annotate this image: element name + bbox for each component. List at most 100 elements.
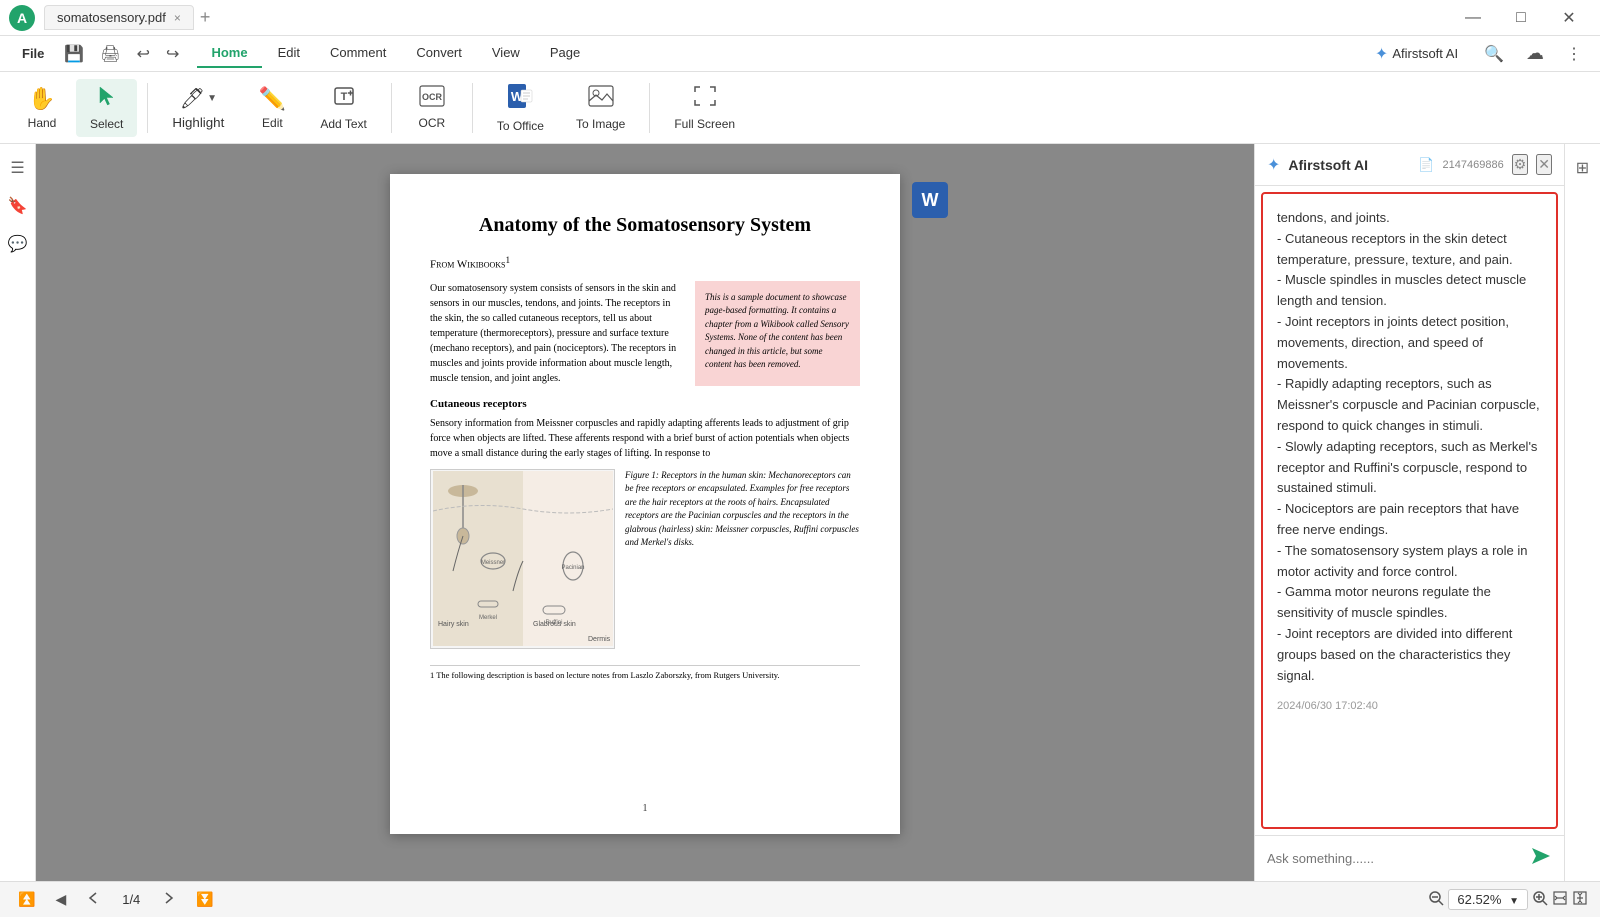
svg-text:OCR: OCR [422,92,443,102]
right-mini-sidebar: ⊞ [1564,144,1600,881]
right-sidebar-icon-1[interactable]: ⊞ [1567,152,1599,184]
redo-btn[interactable]: ↪ [160,40,185,68]
pdf-figure-area: Meissner Pacinian Hairy skin Glabrous sk… [430,469,860,649]
prev-page-btn[interactable]: ◀ [49,887,72,912]
toolbar-sep-2 [391,83,392,133]
ocr-tool-btn[interactable]: OCR OCR [402,79,462,136]
cloud-btn[interactable]: ☁ [1520,39,1550,68]
maximize-btn[interactable]: □ [1498,2,1544,34]
ai-chat-line-9: - Joint receptors are divided into diffe… [1277,626,1512,683]
nav-view[interactable]: View [478,39,534,68]
print-btn[interactable]: 🖨 [94,40,126,68]
tab-close-btn[interactable]: × [174,11,181,25]
pdf-footnote: 1 The following description is based on … [430,665,860,680]
page-display: 1/4 [122,892,140,907]
minimize-btn[interactable]: — [1450,2,1496,34]
fit-width-btn[interactable] [1552,890,1568,909]
pdf-footnote-ref: 1 [506,255,511,265]
pdf-intro-text: Our somatosensory system consists of sen… [430,281,683,386]
first-page-btn[interactable]: ⏫ [12,887,41,912]
word-float-btn[interactable]: W [912,182,948,218]
save-btn[interactable]: 💾 [58,40,90,68]
ai-panel-close-btn[interactable]: ✕ [1536,154,1552,175]
menu-bar: File 💾 🖨 ↩ ↪ Home Edit Comment Convert V… [0,36,1600,72]
select-tool-btn[interactable]: Select [76,79,137,137]
pdf-figure-img: Meissner Pacinian Hairy skin Glabrous sk… [430,469,615,649]
pdf-from: From Wikibooks1 [430,255,860,271]
to-office-icon: W [507,83,533,115]
menu-right: ✦ Afirstsoft AI 🔍 ☁ ⋮ [1365,39,1588,68]
main-area: ☰ 🔖 💬 W Anatomy of the Somatosensory Sys… [0,144,1600,881]
nav-convert[interactable]: Convert [402,39,476,68]
zoom-controls: 62.52% ▼ [1428,889,1588,910]
svg-text:Merkel: Merkel [478,615,496,621]
svg-text:Dermis: Dermis [588,636,611,643]
svg-text:Pacinian: Pacinian [561,565,584,571]
to-office-tool-btn[interactable]: W To Office [483,77,558,139]
sidebar-bookmark-icon[interactable]: 🔖 [2,190,34,222]
pdf-from-text: From Wikibooks [430,259,506,271]
hand-icon: ✋ [28,86,55,112]
close-btn[interactable]: ✕ [1546,2,1592,34]
undo-btn[interactable]: ↩ [131,40,156,68]
ai-panel-doc-icon: 📄 [1418,157,1434,173]
pdf-tab[interactable]: somatosensory.pdf × [44,5,194,30]
zoom-in-btn[interactable] [1532,890,1548,909]
ai-chat-line-1: - Cutaneous receptors in the skin detect… [1277,231,1513,267]
last-page-btn[interactable]: ⏬ [190,887,219,912]
ai-chat-line-0: tendons, and joints. [1277,210,1390,225]
sidebar-comment-icon[interactable]: 💬 [2,228,34,260]
edit-tool-btn[interactable]: ✏️ Edit [242,80,302,136]
highlight-arrow: ▼ [207,93,217,104]
next-page-btn[interactable] [156,887,182,912]
svg-text:Meissner: Meissner [480,560,504,566]
pdf-viewer[interactable]: W Anatomy of the Somatosensory System Fr… [36,144,1254,881]
ai-label: Afirstsoft AI [1392,46,1458,61]
prev-page-btn-2[interactable] [80,887,106,912]
hand-tool-btn[interactable]: ✋ Hand [12,80,72,136]
title-bar: A somatosensory.pdf × + — □ ✕ [0,0,1600,36]
pdf-cutaneous-text: Sensory information from Meissner corpus… [430,416,860,461]
ai-panel-gear-btn[interactable]: ⚙ [1512,154,1529,175]
zoom-out-btn[interactable] [1428,890,1444,909]
ai-input-field[interactable] [1267,851,1522,866]
pdf-page: W Anatomy of the Somatosensory System Fr… [390,174,900,834]
new-tab-btn[interactable]: + [200,7,211,28]
nav-page[interactable]: Page [536,39,594,68]
nav-comment[interactable]: Comment [316,39,400,68]
svg-text:A: A [17,10,27,26]
hand-label: Hand [28,116,57,130]
more-btn[interactable]: ⋮ [1560,40,1588,68]
add-text-tool-btn[interactable]: T Add Text [306,79,380,137]
svg-text:T: T [340,91,347,103]
highlight-icon: 🖊 [180,86,205,111]
highlight-tool-btn[interactable]: 🖊 ▼ Highlight [158,80,238,136]
fit-page-btn[interactable] [1572,890,1588,909]
ai-chat-line-7: - The somatosensory system plays a role … [1277,543,1527,579]
edit-label: Edit [262,116,283,130]
pdf-intro-body: Our somatosensory system consists of sen… [430,281,683,386]
app-logo: A [8,4,36,32]
to-image-tool-btn[interactable]: To Image [562,79,639,137]
pdf-pink-box: This is a sample document to showcase pa… [695,281,860,386]
file-menu[interactable]: File [12,42,54,65]
full-screen-label: Full Screen [674,117,735,131]
full-screen-tool-btn[interactable]: Full Screen [660,79,749,137]
select-icon [96,85,118,113]
ai-assistant-btn[interactable]: ✦ Afirstsoft AI [1365,40,1468,68]
pdf-figure-caption: Figure 1: Receptors in the human skin: M… [625,469,860,649]
highlight-label: Highlight [172,115,224,130]
ai-send-btn[interactable] [1530,846,1552,871]
nav-edit[interactable]: Edit [264,39,314,68]
zoom-value-text: 62.52% [1457,892,1501,907]
sidebar-menu-icon[interactable]: ☰ [2,152,34,184]
highlight-top: 🖊 ▼ [180,86,217,111]
nav-home[interactable]: Home [197,39,261,68]
toolbar: ✋ Hand Select 🖊 ▼ Highlight ✏️ Edit T [0,72,1600,144]
toolbar-sep-4 [649,83,650,133]
zoom-value[interactable]: 62.52% ▼ [1448,889,1528,910]
select-label: Select [90,117,123,131]
ai-timestamp: 2024/06/30 17:02:40 [1277,698,1542,716]
search-btn[interactable]: 🔍 [1478,40,1510,68]
svg-text:Ruffini: Ruffini [545,620,562,626]
